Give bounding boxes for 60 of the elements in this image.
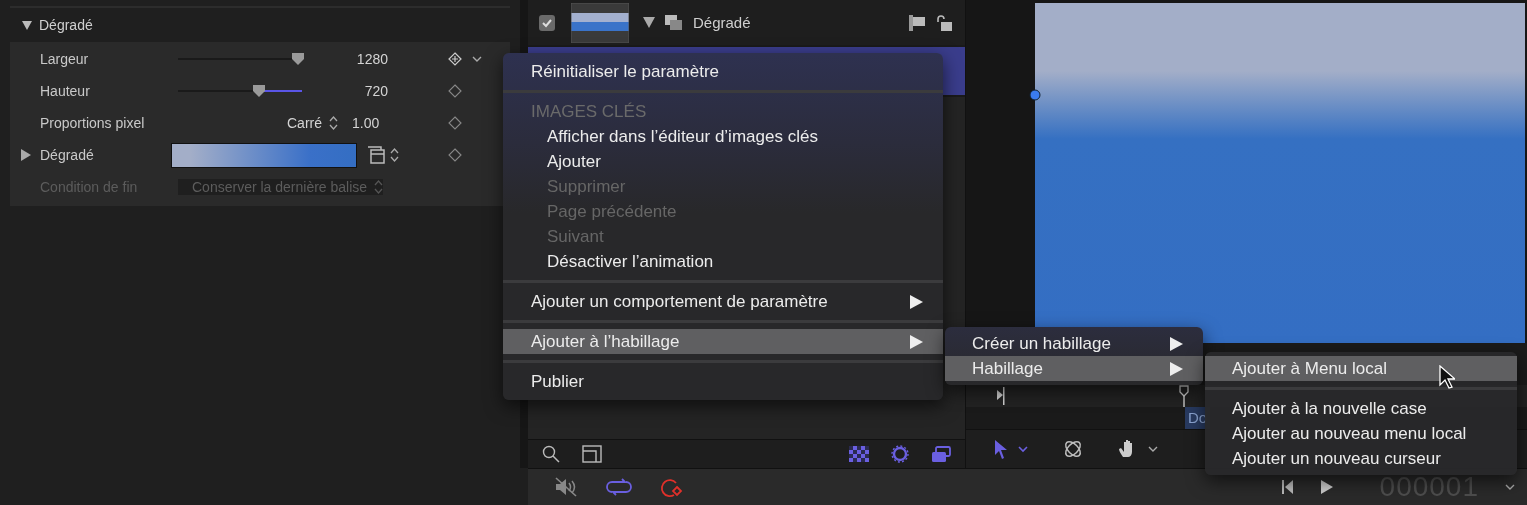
menu-item[interactable]: Ajouter à Menu local — [1205, 356, 1517, 381]
parameter-label: Largeur — [40, 51, 90, 67]
menu-item[interactable]: Ajouter à l’habillage — [503, 329, 943, 354]
menu-item[interactable]: Ajouter — [503, 149, 943, 174]
checkerboard-icon[interactable] — [849, 446, 869, 462]
stepper-icon[interactable] — [390, 148, 399, 162]
settings-icon[interactable] — [891, 445, 909, 463]
menu-item[interactable]: Créer un habillage — [945, 331, 1203, 356]
gradient-preset-icon[interactable] — [367, 146, 385, 164]
menu-item[interactable]: Habillage — [945, 356, 1203, 381]
keyframe-icon[interactable] — [448, 148, 462, 162]
disclosure-triangle-icon[interactable] — [21, 19, 33, 31]
menu-item[interactable]: Désactiver l’animation — [503, 249, 943, 274]
chevron-icon[interactable] — [1148, 445, 1158, 453]
chevron-icon[interactable] — [1018, 445, 1028, 453]
menu-item[interactable]: Ajouter un comportement de paramètre — [503, 289, 943, 314]
menu-item[interactable]: Réinitialiser le paramètre — [503, 59, 943, 84]
play-icon[interactable] — [1319, 479, 1334, 495]
layer-thumbnail — [571, 2, 629, 43]
layer-row[interactable]: Dégradé — [528, 0, 965, 47]
menu-item[interactable]: Afficher dans l’éditeur d’images clés — [503, 124, 943, 149]
gradient-handle[interactable] — [1029, 89, 1041, 101]
record-icon[interactable] — [658, 476, 684, 498]
layer-name: Dégradé — [693, 14, 751, 31]
parameter-label: Hauteur — [40, 83, 91, 99]
parameter-label: Proportions pixel — [40, 115, 146, 131]
select-arrow-icon[interactable] — [994, 439, 1008, 459]
value-field[interactable]: 1.00 — [352, 115, 380, 131]
menu-section-header: IMAGES CLÉS — [530, 101, 648, 123]
parameter-label: Dégradé — [40, 147, 95, 163]
loop-icon[interactable] — [606, 478, 632, 496]
menu-item[interactable]: Ajouter un nouveau curseur — [1205, 446, 1517, 471]
popup-menu[interactable]: Carré — [287, 115, 322, 131]
group-icon — [665, 14, 683, 31]
layer-blend-icon[interactable] — [909, 14, 926, 31]
stepper-icon[interactable] — [329, 116, 338, 130]
disclosure-triangle-icon[interactable] — [19, 149, 31, 161]
keyframe-icon[interactable] — [448, 84, 462, 98]
value-field[interactable]: 1280 — [308, 51, 388, 67]
keyframe-icon[interactable] — [448, 116, 462, 130]
add-keyframe-icon[interactable] — [448, 52, 462, 66]
playhead[interactable] — [1179, 385, 1189, 407]
disclosure-triangle-icon[interactable] — [643, 17, 655, 28]
value-field[interactable]: 720 — [308, 83, 388, 99]
checkbox[interactable] — [539, 14, 555, 31]
in-point-marker[interactable] — [997, 387, 1005, 405]
frame-icon[interactable] — [582, 445, 602, 463]
chevron-icon[interactable] — [1505, 483, 1515, 491]
chevron-icon[interactable] — [472, 55, 482, 63]
stack-icon[interactable] — [931, 445, 951, 463]
orbit-icon[interactable] — [1062, 438, 1084, 460]
slider-thumb[interactable] — [252, 85, 265, 97]
menu-item[interactable]: Publier — [503, 369, 943, 394]
unlock-icon[interactable] — [936, 14, 953, 31]
gradient-swatch[interactable] — [171, 142, 357, 168]
pointer-cursor-icon — [1439, 365, 1455, 389]
slider-thumb[interactable] — [292, 53, 305, 65]
group-title: Dégradé — [39, 17, 93, 33]
search-icon[interactable] — [542, 445, 560, 463]
skip-back-icon[interactable] — [1281, 480, 1294, 494]
